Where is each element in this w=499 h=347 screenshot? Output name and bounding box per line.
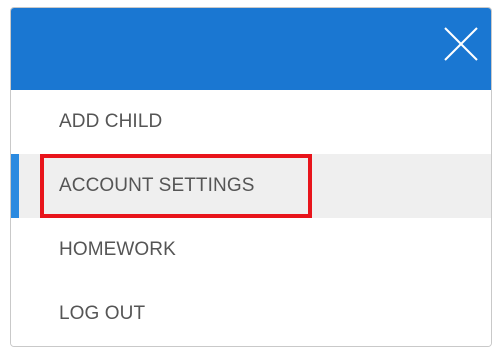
navigation-menu-panel: ADD CHILD ACCOUNT SETTINGS HOMEWORK LOG … [10,7,492,347]
close-icon [444,27,478,61]
menu-header [11,8,491,90]
active-indicator-bar [11,154,19,218]
menu-item-label: LOG OUT [59,303,146,324]
menu-item-label: ADD CHILD [59,111,163,132]
menu-list: ADD CHILD ACCOUNT SETTINGS HOMEWORK LOG … [11,90,491,346]
menu-item-label: ACCOUNT SETTINGS [59,175,255,196]
menu-item-label: HOMEWORK [59,239,176,260]
menu-item-homework[interactable]: HOMEWORK [11,218,491,282]
menu-item-add-child[interactable]: ADD CHILD [11,90,491,154]
menu-item-log-out[interactable]: LOG OUT [11,282,491,346]
menu-item-account-settings[interactable]: ACCOUNT SETTINGS [11,154,491,218]
close-button[interactable] [441,24,481,64]
